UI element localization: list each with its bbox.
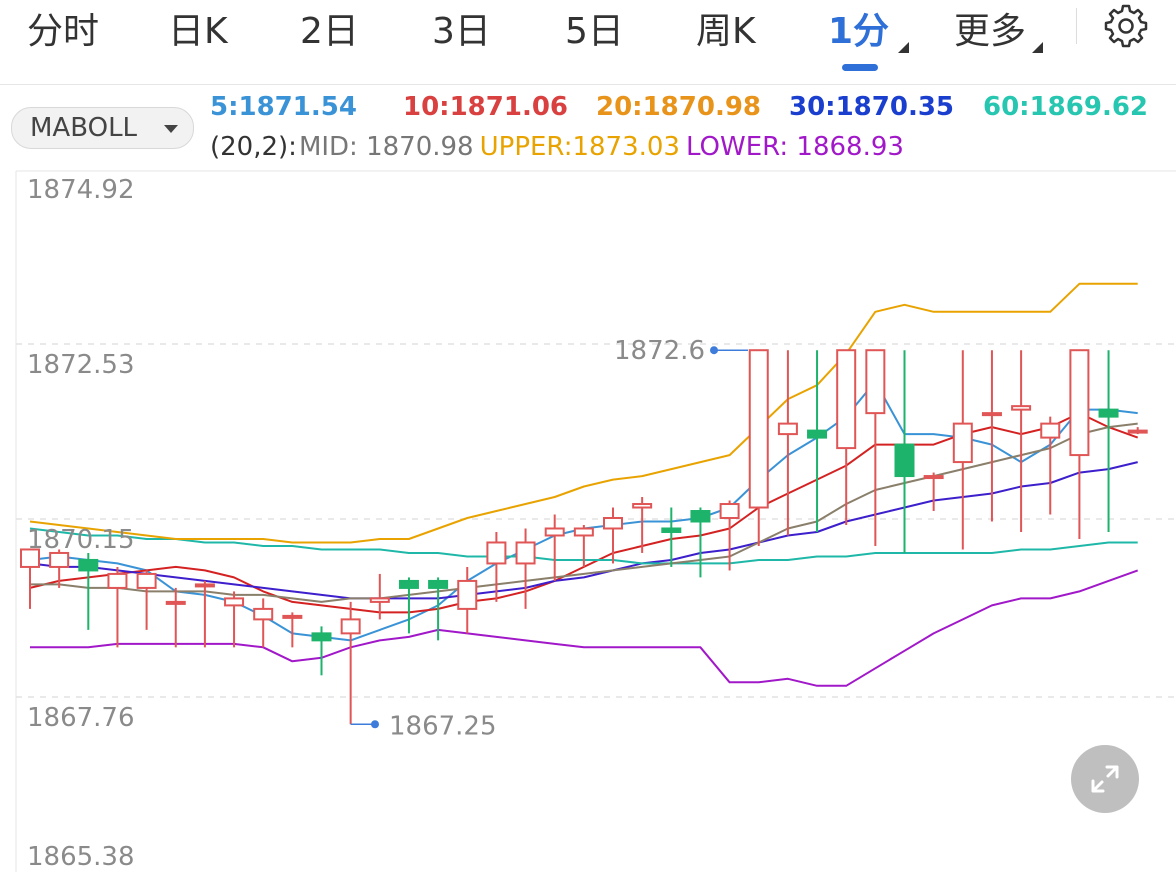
candle-body: [194, 583, 215, 588]
y-tick-label: 1870.15: [27, 525, 135, 555]
max-marker-dot: [710, 346, 718, 355]
candle-body: [836, 349, 857, 450]
candle-body: [632, 503, 653, 509]
candle-body: [165, 600, 186, 605]
series-line-upper: [29, 282, 1138, 544]
candle-body: [981, 412, 1002, 417]
fullscreen-button[interactable]: [1071, 745, 1139, 813]
candle-body: [719, 503, 740, 520]
candle-body: [661, 527, 682, 533]
candle-body: [1040, 422, 1061, 439]
series-line-5: [29, 380, 1138, 642]
y-tick-label: 1867.76: [27, 703, 135, 733]
candle-body: [311, 632, 332, 642]
candle-body: [428, 579, 449, 589]
min-marker-dot: [371, 720, 379, 729]
kline-chart[interactable]: 1874.92 1872.53 1870.15 1867.76 1865.38 1872.…: [0, 0, 1176, 878]
candle-body: [457, 579, 478, 610]
candle-body: [136, 572, 157, 589]
candle-body: [894, 443, 915, 478]
candle-body: [1011, 405, 1032, 411]
candle-body: [1069, 349, 1090, 457]
candle-body: [573, 527, 594, 537]
candle-body: [224, 597, 245, 607]
candle-body: [282, 614, 303, 619]
candle-body: [690, 510, 711, 523]
candle-body: [807, 429, 828, 439]
candle-body: [748, 349, 769, 509]
candle-body: [49, 551, 70, 568]
candle-body: [603, 517, 623, 530]
candle-body: [1127, 429, 1148, 434]
candle-body: [107, 572, 128, 589]
expand-arrows-icon: [1091, 765, 1119, 793]
candle-body: [865, 349, 886, 415]
candle-body: [952, 422, 973, 464]
candle-body: [544, 527, 565, 537]
y-tick-label: 1872.53: [27, 350, 135, 380]
y-tick-label: 1865.38: [27, 842, 135, 872]
max-price-label: 1872.6: [614, 336, 705, 366]
candle-body: [398, 579, 419, 589]
candle-body: [1098, 408, 1119, 418]
series-line-lower: [30, 569, 1139, 687]
candle-body: [253, 607, 274, 621]
min-price-label: 1867.25: [389, 711, 497, 741]
candle-body: [923, 475, 944, 480]
candle-body: [78, 558, 99, 572]
candle-body: [369, 597, 390, 603]
candle-body: [777, 422, 798, 436]
y-tick-label: 1874.92: [27, 175, 135, 205]
candle-body: [515, 541, 536, 565]
candle-body: [486, 541, 507, 565]
candle-body: [340, 618, 361, 635]
